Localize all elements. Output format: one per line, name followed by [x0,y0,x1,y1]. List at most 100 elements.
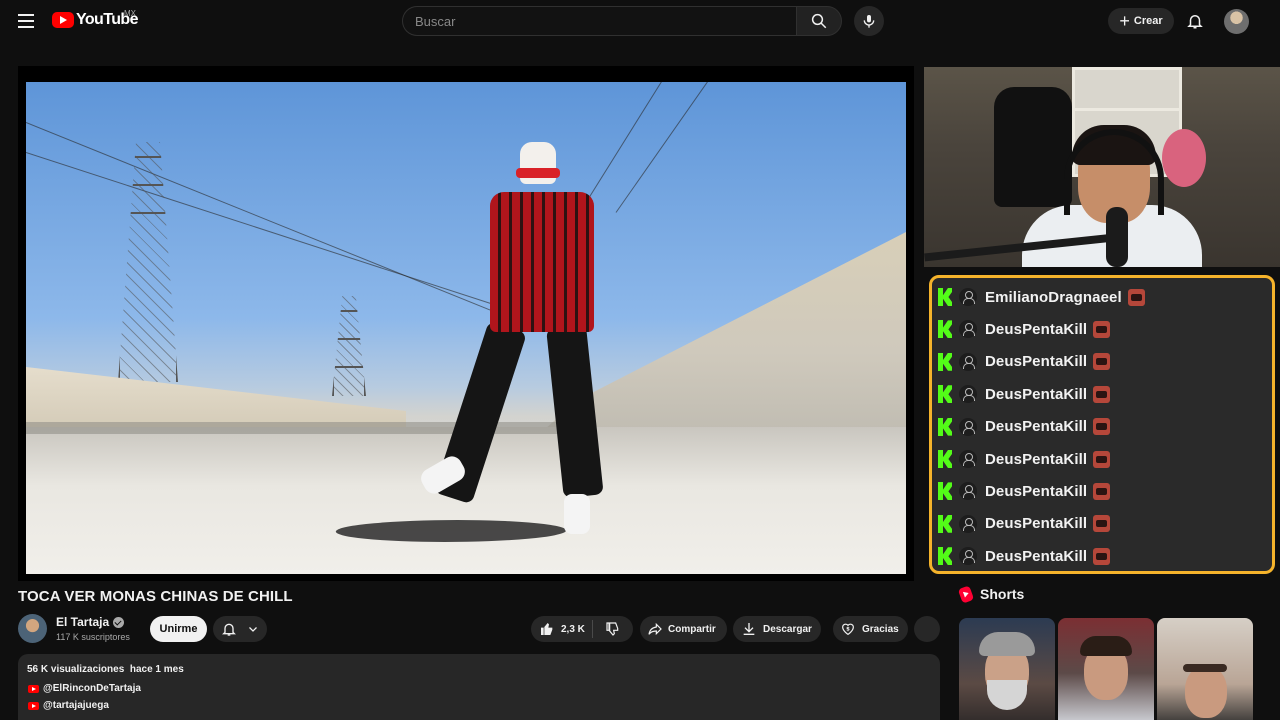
chat-username: DeusPentaKill [985,547,1088,565]
chat-username: DeusPentaKill [985,353,1088,371]
thanks-label: Gracias [862,623,899,635]
channel-link[interactable]: @tartajajuega [28,700,109,711]
verified-icon [113,616,125,628]
download-icon [743,623,755,635]
bell-icon [222,623,236,636]
power-tower [118,142,178,382]
like-button[interactable]: 2,3 K [531,620,593,638]
chat-overlay: EmilianoDragnaeel DeusPentaKill DeusPentaK… [929,275,1275,574]
user-icon [959,514,977,533]
video-player[interactable] [18,66,914,581]
chat-message: DeusPentaKill [938,382,1111,406]
kick-logo-icon [938,450,952,468]
more-actions-button[interactable] [914,616,940,642]
user-icon [959,417,977,436]
short-thumbnail[interactable] [959,618,1055,720]
user-icon [959,450,977,468]
shorts-title: Shorts [980,586,1025,602]
chat-message: DeusPentaKill [938,544,1111,568]
search-input[interactable] [403,7,798,35]
channel-link[interactable]: @ElRinconDeTartaja [28,683,141,694]
channel-name[interactable]: El Tartaja [56,615,109,629]
dislike-button[interactable] [593,621,633,637]
youtube-icon [28,684,39,693]
emote-icon [1093,353,1111,371]
like-count: 2,3 K [561,623,585,635]
chat-message: DeusPentaKill [938,479,1111,503]
thumbs-up-icon [541,623,553,635]
chat-message: EmilianoDragnaeel [938,285,1145,309]
user-icon [959,482,977,501]
video-title: TOCA VER MONAS CHINAS DE CHILL [18,588,293,605]
user-icon [959,288,977,306]
chat-message: DeusPentaKill [938,317,1111,341]
subscription-notifications-button[interactable] [213,616,267,642]
chat-username: DeusPentaKill [985,450,1088,468]
channel-avatar[interactable] [18,614,47,643]
search-button[interactable] [796,6,842,36]
thanks-button[interactable]: $ Gracias [833,616,908,642]
download-label: Descargar [763,623,812,635]
like-dislike-group: 2,3 K [531,616,633,642]
svg-text:$: $ [846,626,850,632]
share-label: Compartir [668,623,716,635]
menu-icon[interactable] [16,11,36,31]
kick-logo-icon [938,352,952,371]
shorts-icon [957,584,975,604]
kick-logo-icon [938,482,952,501]
emote-icon [1093,515,1111,533]
share-button[interactable]: Compartir [640,616,727,642]
youtube-logo[interactable]: YouTube MX [52,9,138,29]
emote-icon [1093,385,1111,403]
description-meta: 56 K visualizaciones hace 1 mes [27,664,184,675]
user-icon [959,352,977,371]
video-frame[interactable] [26,82,906,574]
heart-dollar-icon: $ [842,623,854,636]
dancer [417,142,606,534]
chat-username: DeusPentaKill [985,482,1088,500]
search-icon [811,13,827,29]
chat-username: DeusPentaKill [985,320,1088,338]
streamer-webcam [924,67,1280,267]
channel-link-text[interactable]: @tartajajuega [43,700,109,711]
chat-username: EmilianoDragnaeel [985,288,1122,306]
subscriber-count: 117 K suscriptores [56,632,130,642]
download-button[interactable]: Descargar [733,616,821,642]
short-thumbnail[interactable] [1157,618,1253,720]
chat-username: DeusPentaKill [985,385,1088,403]
thumbs-down-icon [606,622,619,636]
short-thumbnail[interactable] [1058,618,1154,720]
voice-search-button[interactable] [854,6,884,36]
channel-name-row[interactable]: El Tartaja [56,615,125,629]
kick-logo-icon [938,514,952,533]
chat-username: DeusPentaKill [985,515,1088,533]
bell-icon [1187,15,1203,29]
plus-icon: + [1119,11,1130,31]
channel-link-text[interactable]: @ElRinconDeTartaja [43,683,141,694]
create-button[interactable]: + Crear [1108,8,1174,34]
user-icon [959,320,977,339]
emote-icon [1093,320,1111,338]
emote-icon [1093,450,1111,468]
chat-message: DeusPentaKill [938,447,1111,471]
youtube-icon [28,701,39,710]
chat-message: DeusPentaKill [938,350,1111,374]
mic-icon [863,15,875,28]
account-avatar[interactable] [1224,9,1249,34]
top-header: YouTube MX + Crear [0,0,1280,42]
kick-logo-icon [938,547,952,566]
emote-icon [1093,418,1111,436]
chat-message: DeusPentaKill [938,512,1111,536]
description-box[interactable]: 56 K visualizaciones hace 1 mes @ElRinco… [18,654,940,720]
share-icon [648,622,662,636]
emote-icon [1093,482,1111,500]
chat-message: DeusPentaKill [938,415,1111,439]
create-label: Crear [1133,15,1163,27]
notifications-button[interactable] [1184,10,1206,32]
join-button[interactable]: Unirme [150,616,207,642]
search-box [402,6,798,36]
user-icon [959,385,977,404]
emote-icon [1093,547,1111,565]
chevron-down-icon [249,627,257,632]
emote-icon [1127,288,1145,306]
